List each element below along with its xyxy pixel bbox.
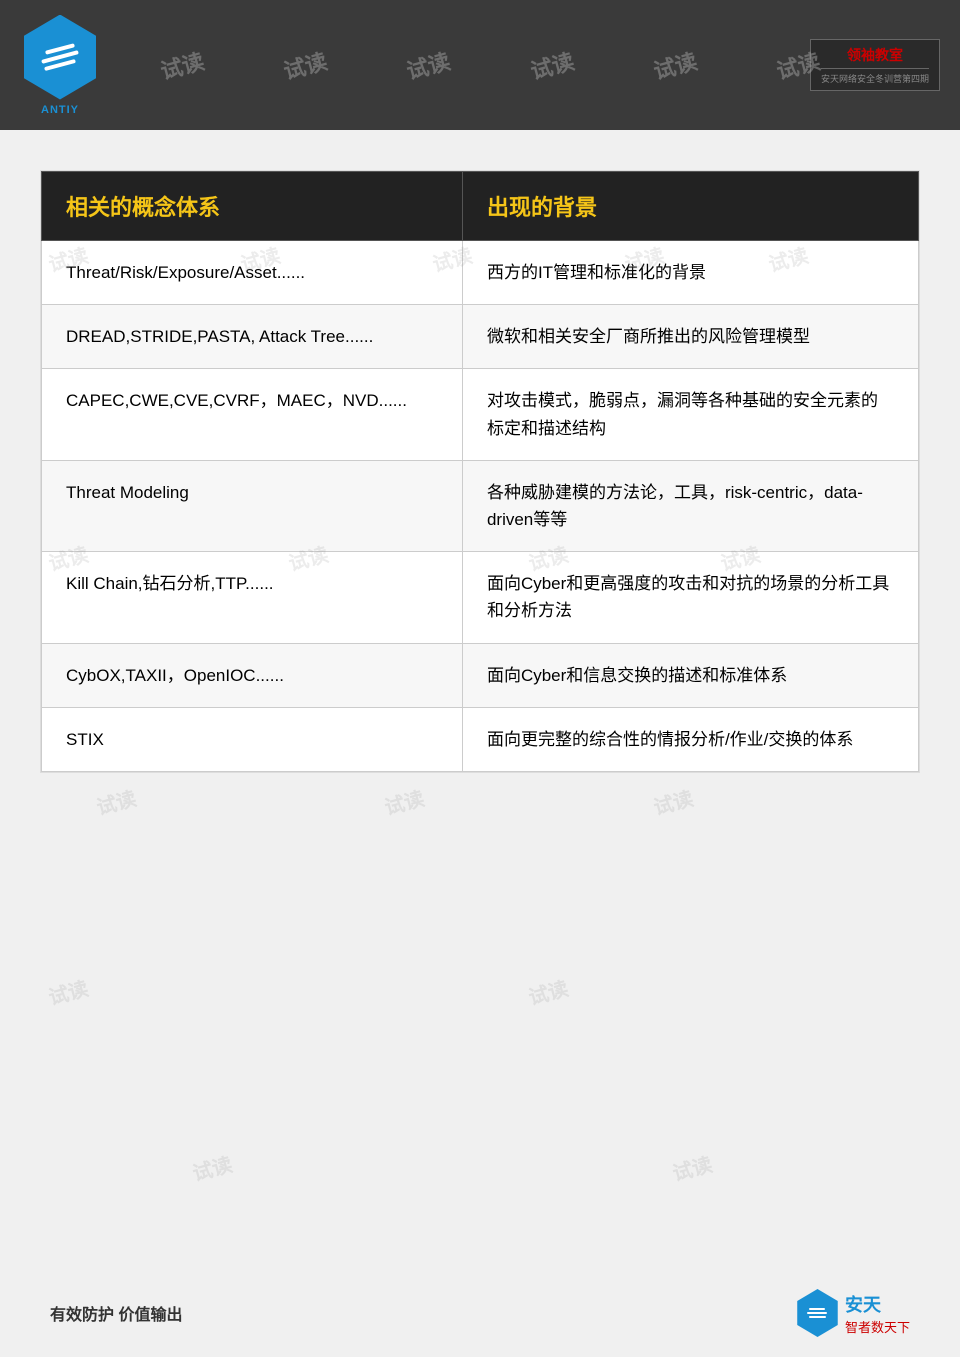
table-cell-right: 面向Cyber和信息交换的描述和标准体系	[462, 643, 918, 707]
header-wm-2: 试读	[280, 44, 331, 86]
watermark-10: 试读	[381, 782, 427, 820]
footer-logo: 安天 智者数天下	[795, 1289, 910, 1337]
right-logo-sub: 安天网络安全冬训营第四期	[821, 72, 929, 85]
table-header-row: 相关的概念体系 出现的背景	[42, 172, 919, 241]
header: ANTIY 试读 试读 试读 试读 试读 试读 领袖教室 安天网络安全冬训营第四…	[0, 0, 960, 130]
footer-logo-hex	[795, 1289, 840, 1337]
table-cell-left: STIX	[42, 707, 463, 771]
table-row: CAPEC,CWE,CVE,CVRF，MAEC，NVD......对攻击模式，脆…	[42, 369, 919, 460]
table-cell-right: 面向Cyber和更高强度的攻击和对抗的场景的分析工具和分析方法	[462, 552, 918, 643]
footer-brand-sub: 智者数天下	[845, 1317, 910, 1336]
table-cell-left: Threat Modeling	[42, 460, 463, 551]
footer-hex-line-1	[809, 1308, 825, 1310]
table-cell-right: 各种威胁建模的方法论，工具，risk-centric，data-driven等等	[462, 460, 918, 551]
footer-hex-line-3	[809, 1316, 826, 1318]
table-cell-right: 西方的IT管理和标准化的背景	[462, 241, 918, 305]
table-cell-left: Kill Chain,钻石分析,TTP......	[42, 552, 463, 643]
table-cell-left: CybOX,TAXII，OpenIOC......	[42, 643, 463, 707]
footer: 有效防护 价值输出 安天 智者数天下	[0, 1289, 960, 1337]
footer-left-text: 有效防护 价值输出	[50, 1301, 182, 1325]
table-row: STIX面向更完整的综合性的情报分析/作业/交换的体系	[42, 707, 919, 771]
table-row: CybOX,TAXII，OpenIOC......面向Cyber和信息交换的描述…	[42, 643, 919, 707]
table-row: Kill Chain,钻石分析,TTP......面向Cyber和更高强度的攻击…	[42, 552, 919, 643]
watermark-12: 试读	[45, 972, 91, 1010]
logo-hexagon	[20, 15, 100, 100]
table-cell-left: Threat/Risk/Exposure/Asset......	[42, 241, 463, 305]
watermark-9: 试读	[93, 782, 139, 820]
logo-lines	[41, 47, 79, 67]
right-logo-divider	[821, 68, 929, 69]
table-row: Threat/Risk/Exposure/Asset......西方的IT管理和…	[42, 241, 919, 305]
header-wm-4: 试读	[526, 44, 577, 86]
table-row: DREAD,STRIDE,PASTA, Attack Tree......微软和…	[42, 305, 919, 369]
header-wm-3: 试读	[403, 44, 454, 86]
table-cell-right: 面向更完整的综合性的情报分析/作业/交换的体系	[462, 707, 918, 771]
logo-text: ANTIY	[41, 104, 79, 116]
footer-right: 安天 智者数天下	[795, 1289, 910, 1337]
watermark-11: 试读	[650, 782, 696, 820]
main-table: 相关的概念体系 出现的背景 Threat/Risk/Exposure/Asset…	[41, 171, 919, 772]
footer-brand: 安天 智者数天下	[845, 1291, 910, 1336]
table-row: Threat Modeling各种威胁建模的方法论，工具，risk-centri…	[42, 460, 919, 551]
right-logo-main: 领袖教室	[847, 45, 903, 65]
table-cell-left: CAPEC,CWE,CVE,CVRF，MAEC，NVD......	[42, 369, 463, 460]
table-cell-left: DREAD,STRIDE,PASTA, Attack Tree......	[42, 305, 463, 369]
footer-hex-inner	[807, 1308, 827, 1318]
logo-container: ANTIY	[20, 15, 100, 116]
footer-brand-name: 安天	[845, 1291, 881, 1317]
header-wm-1: 试读	[156, 44, 207, 86]
watermark-15: 试读	[669, 1149, 715, 1187]
table-cell-right: 微软和相关安全厂商所推出的风险管理模型	[462, 305, 918, 369]
watermark-13: 试读	[525, 972, 571, 1010]
watermark-14: 试读	[189, 1149, 235, 1187]
table-cell-right: 对攻击模式，脆弱点，漏洞等各种基础的安全元素的标定和描述结构	[462, 369, 918, 460]
col1-header: 相关的概念体系	[42, 172, 463, 241]
table-body: Threat/Risk/Exposure/Asset......西方的IT管理和…	[42, 241, 919, 772]
col2-header: 出现的背景	[462, 172, 918, 241]
header-right-logo: 领袖教室 安天网络安全冬训营第四期	[810, 39, 940, 91]
footer-hex-line-2	[807, 1312, 827, 1314]
header-wm-5: 试读	[650, 44, 701, 86]
main-content: 相关的概念体系 出现的背景 Threat/Risk/Exposure/Asset…	[40, 170, 920, 773]
